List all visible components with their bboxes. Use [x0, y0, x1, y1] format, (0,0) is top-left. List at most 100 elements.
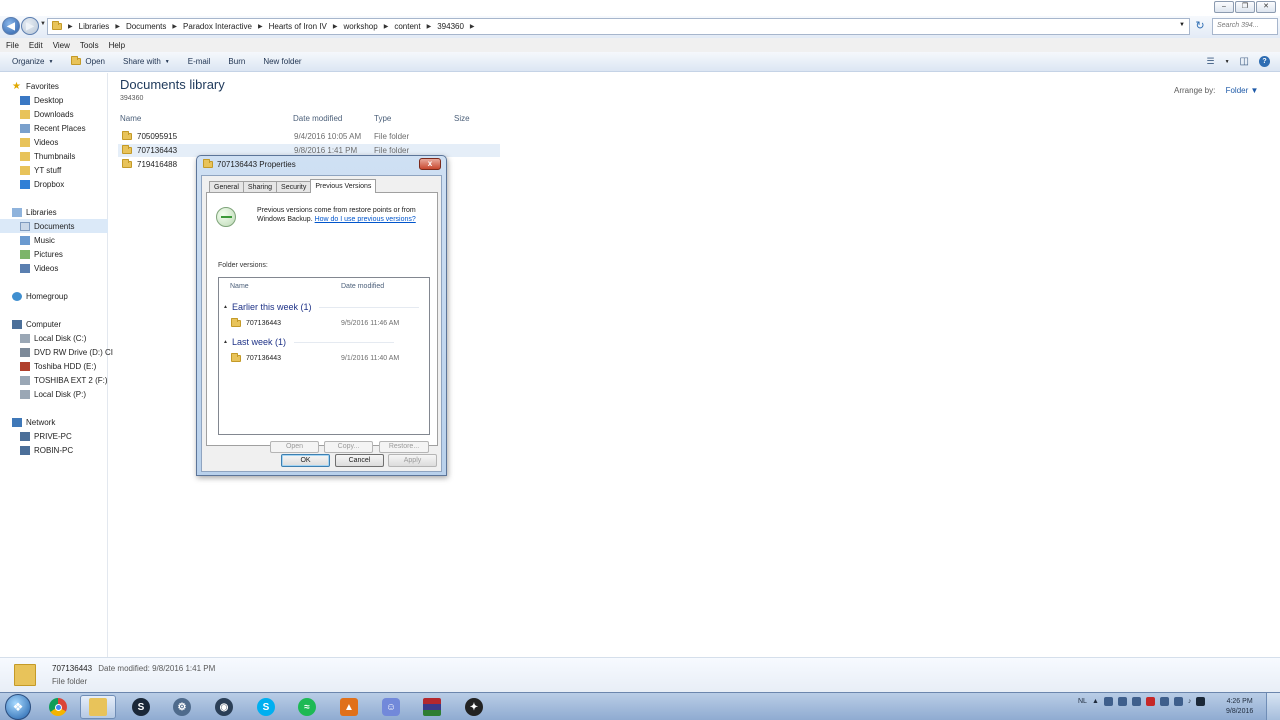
steam-tray-icon[interactable] — [1196, 697, 1206, 706]
taskbar-app[interactable] — [414, 695, 450, 719]
new-folder-button[interactable]: New folder — [263, 57, 301, 66]
tray-icon[interactable] — [1159, 697, 1169, 706]
column-header-name[interactable]: Name — [120, 114, 141, 123]
close-button[interactable]: ✕ — [1256, 1, 1276, 13]
nav-item-robin-pc[interactable]: ROBIN-PC — [20, 443, 128, 457]
chevron-right-icon[interactable]: ▶ — [172, 23, 177, 30]
volume-icon[interactable]: ♪ — [1188, 698, 1192, 705]
breadcrumb[interactable]: ▶ Libraries ▶ Documents ▶ Paradox Intera… — [47, 18, 1190, 35]
breadcrumb-libraries[interactable]: Libraries — [79, 22, 110, 31]
view-options-icon[interactable]: ☰ — [1207, 56, 1215, 67]
address-dropdown-icon[interactable]: ▼ — [1179, 22, 1185, 28]
nav-item-toshiba-hdd[interactable]: Toshiba HDD (E:) — [20, 359, 128, 373]
chevron-right-icon[interactable]: ▶ — [68, 23, 73, 30]
chevron-right-icon[interactable]: ▶ — [470, 23, 475, 30]
help-link[interactable]: How do I use previous versions? — [315, 216, 416, 223]
menu-help[interactable]: Help — [109, 41, 125, 50]
taskbar-app[interactable]: ◉ — [206, 695, 242, 719]
nav-item-local-disk-c[interactable]: Local Disk (C:) — [20, 331, 128, 345]
menu-view[interactable]: View — [53, 41, 70, 50]
nav-item-desktop[interactable]: Desktop — [20, 93, 128, 107]
clock[interactable]: 4:26 PM 9/8/2016 — [1226, 697, 1253, 717]
chevron-right-icon[interactable]: ▶ — [384, 23, 389, 30]
restore-version-button[interactable]: Restore... — [379, 441, 429, 453]
tray-icon[interactable] — [1117, 697, 1127, 706]
copy-version-button[interactable]: Copy... — [324, 441, 373, 453]
refresh-icon[interactable]: ↻ — [1193, 19, 1207, 33]
organize-button[interactable]: Organize ▼ — [12, 57, 53, 66]
nav-item-pictures[interactable]: Pictures — [20, 247, 128, 261]
version-row[interactable]: 707136443 9/5/2016 11:46 AM — [231, 318, 427, 327]
taskbar-steam[interactable]: S — [123, 695, 159, 719]
taskbar-spotify[interactable]: ≈ — [289, 695, 325, 719]
breadcrumb-hoi4[interactable]: Hearts of Iron IV — [269, 22, 327, 31]
taskbar-app[interactable]: ⚙ — [164, 695, 200, 719]
nav-item-downloads[interactable]: Downloads — [20, 107, 128, 121]
burn-button[interactable]: Burn — [228, 57, 245, 66]
breadcrumb-workshop[interactable]: workshop — [343, 22, 377, 31]
taskbar-app[interactable]: ▲ — [331, 695, 367, 719]
share-with-button[interactable]: Share with ▼ — [123, 57, 170, 66]
column-header-date[interactable]: Date modified — [293, 114, 342, 123]
taskbar-skype[interactable]: S — [248, 695, 284, 719]
chevron-right-icon[interactable]: ▶ — [333, 23, 338, 30]
nav-libraries[interactable]: Libraries — [12, 205, 120, 219]
email-button[interactable]: E-mail — [188, 57, 211, 66]
menu-tools[interactable]: Tools — [80, 41, 99, 50]
nav-network[interactable]: Network — [12, 415, 120, 429]
apply-button[interactable]: Apply — [388, 454, 437, 467]
ok-button[interactable]: OK — [281, 454, 330, 467]
nav-item-music[interactable]: Music — [20, 233, 128, 247]
nav-item-recent-places[interactable]: Recent Places — [20, 121, 128, 135]
chevron-right-icon[interactable]: ▶ — [258, 23, 263, 30]
preview-pane-icon[interactable]: ◫ — [1240, 56, 1249, 67]
recent-pages-dropdown-icon[interactable]: ▼ — [40, 21, 46, 27]
help-icon[interactable]: ? — [1259, 56, 1270, 67]
tab-previous-versions[interactable]: Previous Versions — [310, 179, 377, 193]
breadcrumb-documents[interactable]: Documents — [126, 22, 166, 31]
tray-icon[interactable] — [1131, 697, 1141, 706]
nav-item-videos-lib[interactable]: Videos — [20, 261, 128, 275]
maximize-button[interactable]: ❐ — [1235, 1, 1255, 13]
taskbar-app[interactable]: ✦ — [456, 695, 492, 719]
taskbar-app[interactable]: ☺ — [373, 695, 409, 719]
group-header[interactable]: ▲ Last week (1) — [223, 337, 394, 347]
version-row[interactable]: 707136443 9/1/2016 11:40 AM — [231, 353, 427, 362]
chevron-right-icon[interactable]: ▶ — [115, 23, 120, 30]
breadcrumb-paradox[interactable]: Paradox Interactive — [183, 22, 252, 31]
group-header[interactable]: ▲ Earlier this week (1) — [223, 302, 420, 312]
nav-item-thumbnails[interactable]: Thumbnails — [20, 149, 128, 163]
taskbar-chrome[interactable] — [40, 695, 76, 719]
menu-edit[interactable]: Edit — [29, 41, 43, 50]
nav-favorites[interactable]: ★ Favorites — [12, 79, 120, 93]
list-header-date[interactable]: Date modified — [341, 283, 384, 290]
dialog-close-button[interactable]: x — [419, 158, 441, 170]
nav-homegroup[interactable]: Homegroup — [12, 289, 120, 303]
minimize-button[interactable]: – — [1214, 1, 1234, 13]
column-header-type[interactable]: Type — [374, 114, 391, 123]
tray-icon[interactable] — [1103, 697, 1113, 706]
column-header-size[interactable]: Size — [454, 114, 470, 123]
search-input[interactable]: Search 394... — [1212, 18, 1278, 35]
start-button[interactable]: ❖ — [5, 694, 31, 720]
cancel-button[interactable]: Cancel — [335, 454, 384, 467]
forward-button[interactable]: ▶ — [21, 17, 39, 35]
back-button[interactable]: ◀ — [2, 17, 20, 35]
taskbar-explorer[interactable] — [80, 695, 116, 719]
nav-item-documents[interactable]: Documents — [0, 219, 108, 233]
language-indicator[interactable]: NL — [1078, 698, 1087, 705]
nav-item-yt-stuff[interactable]: YT stuff — [20, 163, 128, 177]
arrange-by-dropdown[interactable]: Folder ▼ — [1226, 86, 1259, 95]
nav-item-dvd-drive[interactable]: DVD RW Drive (D:) CI — [20, 345, 128, 359]
nav-item-videos-fav[interactable]: Videos — [20, 135, 128, 149]
nav-item-local-disk-p[interactable]: Local Disk (P:) — [20, 387, 128, 401]
nav-item-dropbox[interactable]: Dropbox — [20, 177, 128, 191]
collapse-triangle-icon[interactable]: ▲ — [223, 304, 228, 310]
list-header-name[interactable]: Name — [230, 283, 249, 290]
collapse-triangle-icon[interactable]: ▲ — [223, 339, 228, 345]
chevron-down-icon[interactable]: ▼ — [1225, 59, 1230, 65]
chevron-right-icon[interactable]: ▶ — [427, 23, 432, 30]
file-row[interactable]: 705095915 9/4/2016 10:05 AM File folder — [118, 130, 500, 143]
open-button[interactable]: Open — [71, 56, 105, 66]
folder-versions-list[interactable]: Name Date modified ▲ Earlier this week (… — [218, 277, 430, 435]
